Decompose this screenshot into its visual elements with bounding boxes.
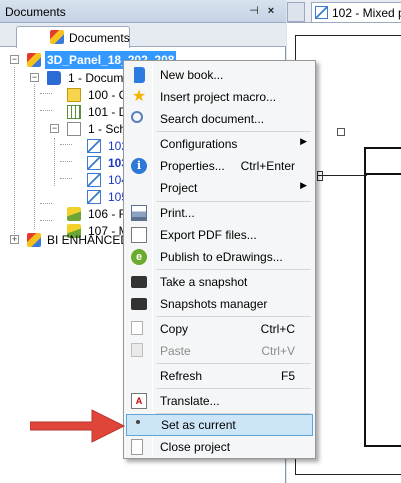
- menu-item-label: New book...: [160, 68, 224, 82]
- menu-item-close-project[interactable]: Close project: [126, 436, 313, 458]
- menu-item-set-as-current[interactable]: Set as current: [126, 414, 313, 436]
- menu-item-shortcut: Ctrl+Enter: [240, 159, 295, 173]
- cubes-icon: [50, 30, 64, 44]
- menu-item-new-book[interactable]: New book...: [126, 64, 313, 86]
- menu-item-print[interactable]: Print...: [126, 202, 313, 224]
- menu-item-refresh[interactable]: Refresh F5: [126, 365, 313, 387]
- power-icon: [67, 88, 81, 102]
- menu-item-label: Copy: [160, 322, 189, 336]
- collapse-icon[interactable]: −: [50, 124, 59, 133]
- submenu-arrow-icon: ▶: [300, 136, 307, 146]
- collapse-icon[interactable]: −: [30, 73, 39, 82]
- documents-titlebar: Documents ⊣ ×: [0, 0, 286, 23]
- pdf-icon: [131, 227, 147, 243]
- menu-item-project[interactable]: Project ▶: [126, 177, 313, 199]
- menu-separator: [156, 388, 311, 389]
- schematic-icon: [87, 190, 101, 204]
- drawing-line: [317, 175, 367, 176]
- menu-item-export-pdf[interactable]: Export PDF files...: [126, 224, 313, 246]
- schematic-icon: [87, 173, 101, 187]
- tab-scroll-button[interactable]: [287, 2, 305, 22]
- menu-item-label: Snapshots manager: [160, 297, 268, 311]
- drawing-symbol: [337, 128, 345, 136]
- translate-icon: A: [131, 393, 147, 409]
- camera-icon: [131, 276, 147, 288]
- document-icon: [131, 439, 143, 455]
- drawing-symbol: [317, 171, 323, 181]
- close-icon[interactable]: ×: [265, 4, 277, 18]
- new-book-icon: [134, 67, 145, 83]
- expand-icon[interactable]: +: [10, 235, 19, 244]
- tab-documents-label: Documents: [69, 31, 130, 45]
- menu-item-shortcut: F5: [280, 369, 295, 383]
- menu-item-label: Publish to eDrawings...: [160, 250, 283, 264]
- menu-item-search-document[interactable]: Search document...: [126, 108, 313, 130]
- cubes-icon: [27, 53, 41, 67]
- menu-item-label: Search document...: [160, 112, 265, 126]
- menu-item-shortcut: Ctrl+C: [260, 322, 295, 336]
- menu-separator: [156, 131, 311, 132]
- schematic-icon: [315, 6, 328, 19]
- drawing-line: [364, 173, 401, 175]
- tab-document-label: 102 - Mixed po: [332, 6, 401, 20]
- search-icon: [131, 111, 143, 123]
- menu-separator: [156, 363, 311, 364]
- menu-item-label: Export PDF files...: [160, 228, 257, 242]
- menu-item-translate[interactable]: A Translate...: [126, 390, 313, 412]
- folder-icon: [67, 122, 81, 136]
- book-icon: [47, 71, 61, 85]
- menu-item-label: Close project: [160, 440, 231, 454]
- menu-item-label: Project: [160, 181, 198, 195]
- camera-icon: [131, 298, 147, 310]
- printer-icon: [131, 205, 147, 221]
- documents-tabstrip: Documents: [0, 23, 286, 48]
- menu-item-label: Take a snapshot: [160, 275, 248, 289]
- menu-item-label: Set as current: [161, 418, 236, 432]
- star-icon: ★: [131, 88, 147, 105]
- menu-item-label: Properties...: [160, 159, 225, 173]
- info-icon: i: [131, 158, 147, 174]
- submenu-arrow-icon: ▶: [300, 180, 307, 190]
- schematic-icon: [87, 156, 101, 170]
- pin-icon[interactable]: ⊣: [248, 4, 260, 18]
- tab-documents[interactable]: Documents: [16, 26, 130, 48]
- cube-yellow-icon: [67, 207, 81, 221]
- tab-document-102[interactable]: 102 - Mixed po: [311, 2, 401, 22]
- table-icon: [67, 105, 81, 119]
- menu-separator: [156, 316, 311, 317]
- context-menu: New book... ★ Insert project macro... Se…: [123, 60, 316, 459]
- menu-item-label: Paste: [160, 344, 191, 358]
- menu-item-label: Configurations: [160, 137, 238, 151]
- menu-item-label: Translate...: [160, 394, 220, 408]
- menu-item-publish-edrawings[interactable]: e Publish to eDrawings...: [126, 246, 313, 268]
- menu-item-label: Refresh: [160, 369, 203, 383]
- menu-item-paste: Paste Ctrl+V: [126, 340, 313, 362]
- menu-item-copy[interactable]: Copy Ctrl+C: [126, 318, 313, 340]
- menu-item-insert-project-macro[interactable]: ★ Insert project macro...: [126, 86, 313, 108]
- copy-icon: [131, 321, 143, 335]
- cubes-icon: [27, 233, 41, 247]
- drawing-frame-inner: [364, 147, 401, 447]
- menu-item-label: Insert project macro...: [160, 90, 277, 104]
- menu-item-shortcut: Ctrl+V: [261, 344, 295, 358]
- menu-item-properties[interactable]: i Properties... Ctrl+Enter: [126, 155, 313, 177]
- menu-item-configurations[interactable]: Configurations ▶: [126, 133, 313, 155]
- paste-icon: [131, 343, 143, 357]
- schematic-icon: [87, 139, 101, 153]
- dot-icon: [136, 420, 140, 424]
- collapse-icon[interactable]: −: [10, 55, 19, 64]
- menu-item-snapshots-manager[interactable]: Snapshots manager: [126, 293, 313, 315]
- menu-item-take-snapshot[interactable]: Take a snapshot: [126, 271, 313, 293]
- panel-title: Documents: [5, 5, 66, 19]
- menu-separator: [156, 269, 311, 270]
- menu-item-label: Print...: [160, 206, 195, 220]
- arrow-shape: [30, 409, 126, 443]
- arrow-icon: [30, 409, 126, 443]
- edrawings-icon: e: [131, 249, 147, 265]
